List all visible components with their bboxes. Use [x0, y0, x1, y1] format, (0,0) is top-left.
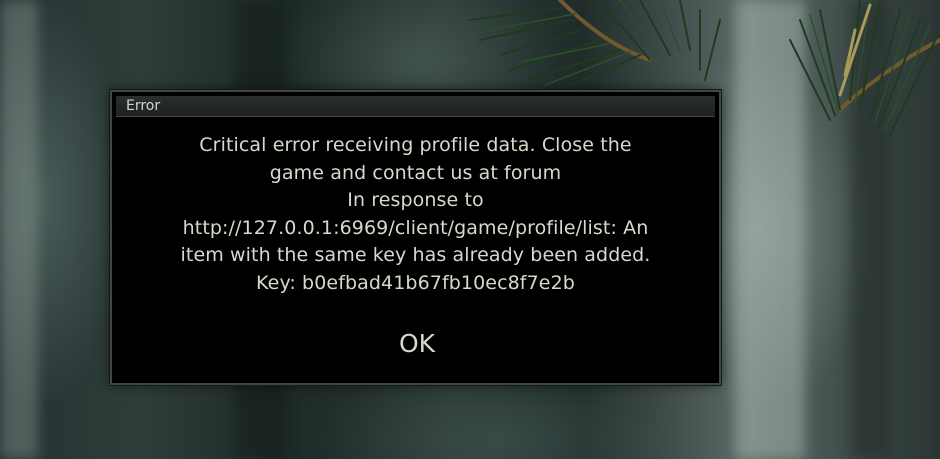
dialog-title: Error: [126, 98, 161, 114]
error-message: Critical error receiving profile data. C…: [132, 132, 699, 297]
error-dialog: Error Critical error receiving profile d…: [110, 90, 721, 385]
error-message-line: Key: b0efbad41b67fb10ec8f7e2b: [256, 271, 575, 294]
error-message-line: Critical error receiving profile data. C…: [199, 134, 632, 156]
error-message-line: item with the same key has already been …: [180, 244, 651, 266]
error-message-line: http://127.0.0.1:6969/client/game/profil…: [182, 216, 649, 239]
game-background: Error Critical error receiving profile d…: [0, 0, 940, 459]
error-message-line: game and contact us at forum: [269, 161, 562, 184]
ok-button[interactable]: OK: [367, 324, 467, 364]
error-message-line: In response to: [347, 189, 484, 211]
dialog-title-bar: Error: [116, 96, 715, 117]
